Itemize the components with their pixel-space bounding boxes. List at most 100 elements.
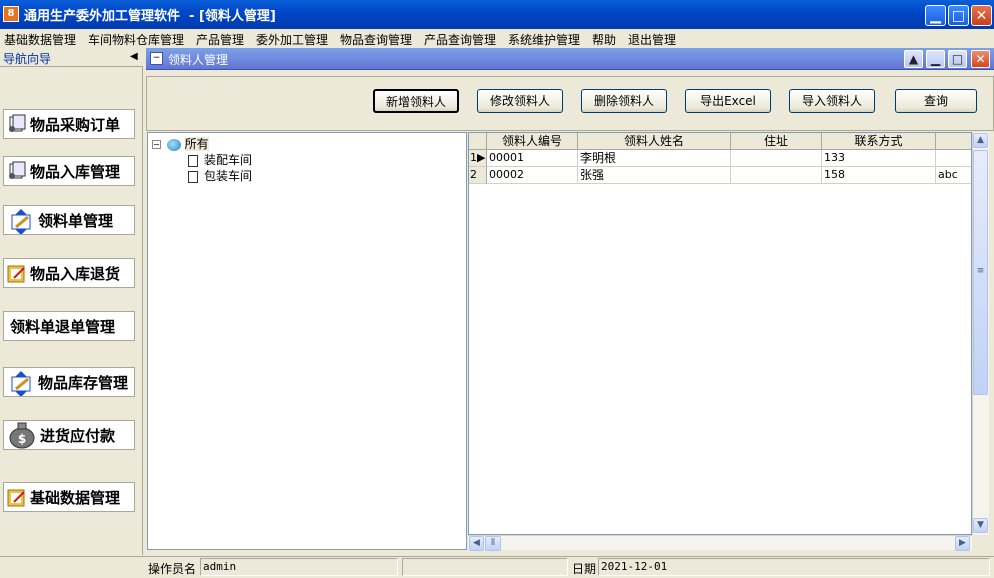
- current-row-icon: ▶: [477, 151, 486, 164]
- close-icon: ✕: [975, 52, 986, 66]
- window-menu-icon[interactable]: −: [150, 52, 163, 65]
- nav-item-label: 物品入库退货: [30, 264, 121, 283]
- table-cell[interactable]: 133: [822, 150, 936, 167]
- maximize-icon: □: [951, 52, 964, 66]
- globe-icon: [166, 138, 181, 151]
- document-icon: [6, 160, 28, 182]
- menu-system[interactable]: 系统维护管理: [508, 31, 580, 48]
- tree-item[interactable]: 包装车间: [188, 167, 252, 184]
- edit-picker-button[interactable]: 修改领料人: [477, 89, 563, 113]
- close-button[interactable]: ✕: [971, 5, 992, 26]
- inner-maximize-button[interactable]: □: [948, 50, 967, 68]
- nav-header: 导航向导 ◀: [0, 48, 143, 67]
- menu-basic-data[interactable]: 基础数据管理: [4, 31, 76, 48]
- menu-item-query[interactable]: 物品查询管理: [340, 31, 412, 48]
- inner-close-button[interactable]: ✕: [971, 50, 990, 68]
- scroll-thumb[interactable]: ⦀: [485, 536, 501, 551]
- menu-product-query[interactable]: 产品查询管理: [424, 31, 496, 48]
- row-header[interactable]: 2: [469, 167, 487, 184]
- column-header[interactable]: 领料人姓名: [578, 133, 731, 150]
- minimize-icon: ▁: [930, 7, 941, 24]
- title-bar: 8 通用生产委外加工管理软件 - [领料人管理] ▁ □ ✕: [0, 0, 994, 29]
- scroll-left-icon[interactable]: ◀: [469, 536, 484, 551]
- nav-item-requisition[interactable]: 领料单管理: [3, 205, 135, 235]
- nav-item-payables[interactable]: $ 进货应付款: [3, 420, 135, 450]
- minimize-icon: ▁: [930, 52, 941, 66]
- column-header[interactable]: [936, 133, 971, 150]
- tree-item[interactable]: 装配车间: [188, 151, 252, 168]
- row-number: 1: [470, 151, 477, 164]
- nav-item-basic-data[interactable]: 基础数据管理: [3, 482, 135, 512]
- operator-label: 操作员名: [148, 562, 197, 576]
- nav-item-purchase-order[interactable]: 物品采购订单: [3, 109, 135, 139]
- inner-window-title: 领料人管理: [168, 53, 229, 67]
- nav-item-label: 物品库存管理: [38, 373, 129, 392]
- menu-help[interactable]: 帮助: [592, 31, 616, 48]
- tree-root-label: 所有: [184, 137, 209, 151]
- date-label: 日期: [572, 562, 597, 576]
- table-cell[interactable]: 00001: [487, 150, 578, 167]
- nav-item-label: 领料单退单管理: [10, 317, 116, 336]
- status-spacer: [402, 558, 568, 576]
- table-cell[interactable]: [731, 167, 822, 184]
- import-picker-button[interactable]: 导入领料人: [789, 89, 875, 113]
- workshop-tree: − 所有 装配车间 包装车间: [147, 132, 467, 550]
- chevron-up-icon: ▲: [908, 52, 919, 66]
- column-header[interactable]: 领料人编号: [487, 133, 578, 150]
- scroll-up-icon[interactable]: ▲: [973, 133, 988, 148]
- menu-outsourcing[interactable]: 委外加工管理: [256, 31, 328, 48]
- nav-item-stock-return[interactable]: 物品入库退货: [3, 258, 135, 288]
- scroll-down-icon[interactable]: ▼: [973, 518, 988, 533]
- tree-root[interactable]: − 所有: [152, 135, 209, 152]
- table-cell[interactable]: [936, 150, 971, 167]
- scroll-thumb[interactable]: ≡: [973, 150, 988, 395]
- collapse-icon[interactable]: −: [152, 140, 161, 149]
- nav-item-inventory[interactable]: 物品库存管理: [3, 367, 135, 397]
- table-cell[interactable]: 李明根: [578, 150, 731, 167]
- menu-exit[interactable]: 退出管理: [628, 31, 676, 48]
- file-icon: [188, 154, 198, 167]
- column-header[interactable]: 住址: [731, 133, 822, 150]
- add-picker-button[interactable]: 新增领料人: [373, 89, 459, 113]
- nav-item-requisition-return[interactable]: 领料单退单管理: [3, 311, 135, 341]
- horizontal-scrollbar[interactable]: ◀ ⦀ ▶: [468, 535, 972, 551]
- query-button[interactable]: 查询: [895, 89, 977, 113]
- minimize-button[interactable]: ▁: [925, 5, 946, 26]
- folder-edit-icon: [6, 486, 28, 508]
- maximize-button[interactable]: □: [948, 5, 969, 26]
- menu-product[interactable]: 产品管理: [196, 31, 244, 48]
- table-cell[interactable]: 158: [822, 167, 936, 184]
- tree-item-label: 包装车间: [204, 169, 253, 183]
- delete-picker-button[interactable]: 删除领料人: [581, 89, 667, 113]
- folder-edit-icon: [6, 262, 28, 284]
- menu-bar: 基础数据管理 车间物料仓库管理 产品管理 委外加工管理 物品查询管理 产品查询管…: [0, 29, 994, 47]
- picker-grid: 领料人编号 领料人姓名 住址 联系方式 1▶ 00001 李明根 133 2 0…: [468, 132, 972, 535]
- menu-workshop-warehouse[interactable]: 车间物料仓库管理: [88, 31, 184, 48]
- table-cell[interactable]: 张强: [578, 167, 731, 184]
- table-cell[interactable]: abc: [936, 167, 971, 184]
- operator-field: admin: [200, 558, 398, 576]
- toolbar: 新增领料人 修改领料人 删除领料人 导出Excel 导入领料人 查询: [146, 76, 994, 131]
- nav-item-label: 领料单管理: [38, 211, 114, 230]
- export-excel-button[interactable]: 导出Excel: [685, 89, 771, 113]
- row-header[interactable]: 1▶: [469, 150, 487, 167]
- edit-arrows-icon: [6, 209, 36, 234]
- nav-title: 导航向导: [3, 52, 52, 66]
- column-header[interactable]: 联系方式: [822, 133, 936, 150]
- collapse-left-icon[interactable]: ◀: [130, 51, 138, 62]
- restore-up-button[interactable]: ▲: [904, 50, 923, 68]
- nav-item-label: 基础数据管理: [30, 488, 121, 507]
- date-field: 2021-12-01: [598, 558, 990, 576]
- svg-text:$: $: [18, 432, 26, 446]
- document-icon: [6, 113, 28, 135]
- table-cell[interactable]: [731, 150, 822, 167]
- nav-item-stock-in[interactable]: 物品入库管理: [3, 156, 135, 186]
- inner-minimize-button[interactable]: ▁: [926, 50, 945, 68]
- file-icon: [188, 170, 198, 183]
- scroll-right-icon[interactable]: ▶: [955, 536, 970, 551]
- inner-window-header: − 领料人管理 ▲ ▁ □ ✕: [146, 48, 994, 70]
- row-header-corner: [469, 133, 487, 150]
- nav-item-label: 进货应付款: [40, 426, 116, 445]
- table-cell[interactable]: 00002: [487, 167, 578, 184]
- vertical-scrollbar[interactable]: ▲ ≡ ▼: [972, 132, 989, 535]
